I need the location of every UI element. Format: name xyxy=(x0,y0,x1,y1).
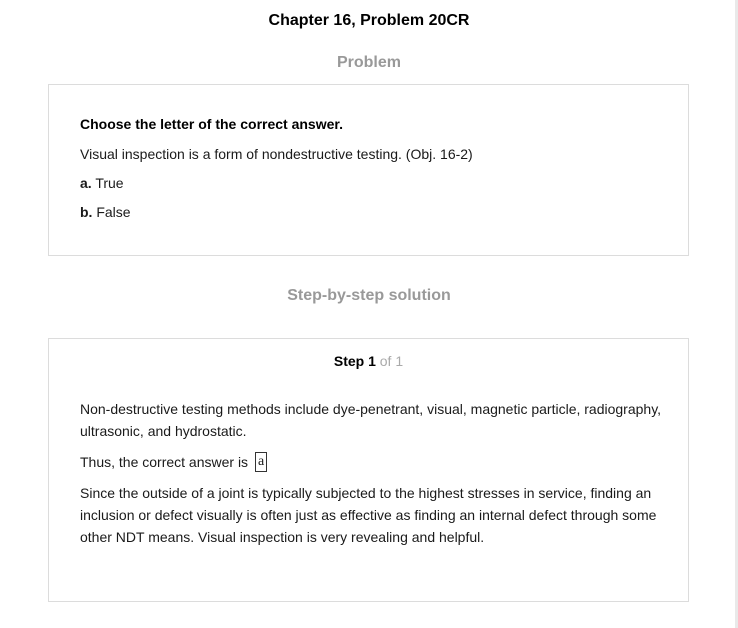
step-count: of 1 xyxy=(379,353,404,369)
problem-heading: Problem xyxy=(336,54,401,71)
option-b-letter: b. xyxy=(80,204,93,220)
step-label: Step 1 xyxy=(333,353,376,369)
solution-heading: Step-by-step solution xyxy=(287,287,451,304)
answer-box: a xyxy=(254,452,268,473)
option-b: b. False xyxy=(80,201,131,223)
solution-paragraph-methods: Non-destructive testing methods include … xyxy=(80,401,662,439)
problem-instruction: Choose the letter of the correct answer. xyxy=(80,116,343,132)
option-b-text: False xyxy=(96,204,131,220)
option-a-letter: a. xyxy=(80,175,92,191)
solution-paragraph-explanation: Since the outside of a joint is typicall… xyxy=(80,485,657,545)
problem-card: Choose the letter of the correct answer.… xyxy=(48,84,689,256)
solution-answer-line: Thus, the correct answer is a xyxy=(80,451,665,473)
problem-question: Visual inspection is a form of nondestru… xyxy=(80,146,473,162)
option-a: a. True xyxy=(80,172,124,194)
page: Chapter 16, Problem 20CR Problem Choose … xyxy=(0,0,738,628)
page-title: Chapter 16, Problem 20CR xyxy=(268,12,470,29)
option-a-text: True xyxy=(95,175,124,191)
answer-prefix: Thus, the correct answer is xyxy=(80,454,249,470)
step-indicator: Step 1 of 1 xyxy=(49,351,688,371)
solution-card: Step 1 of 1 Non-destructive testing meth… xyxy=(48,338,689,602)
